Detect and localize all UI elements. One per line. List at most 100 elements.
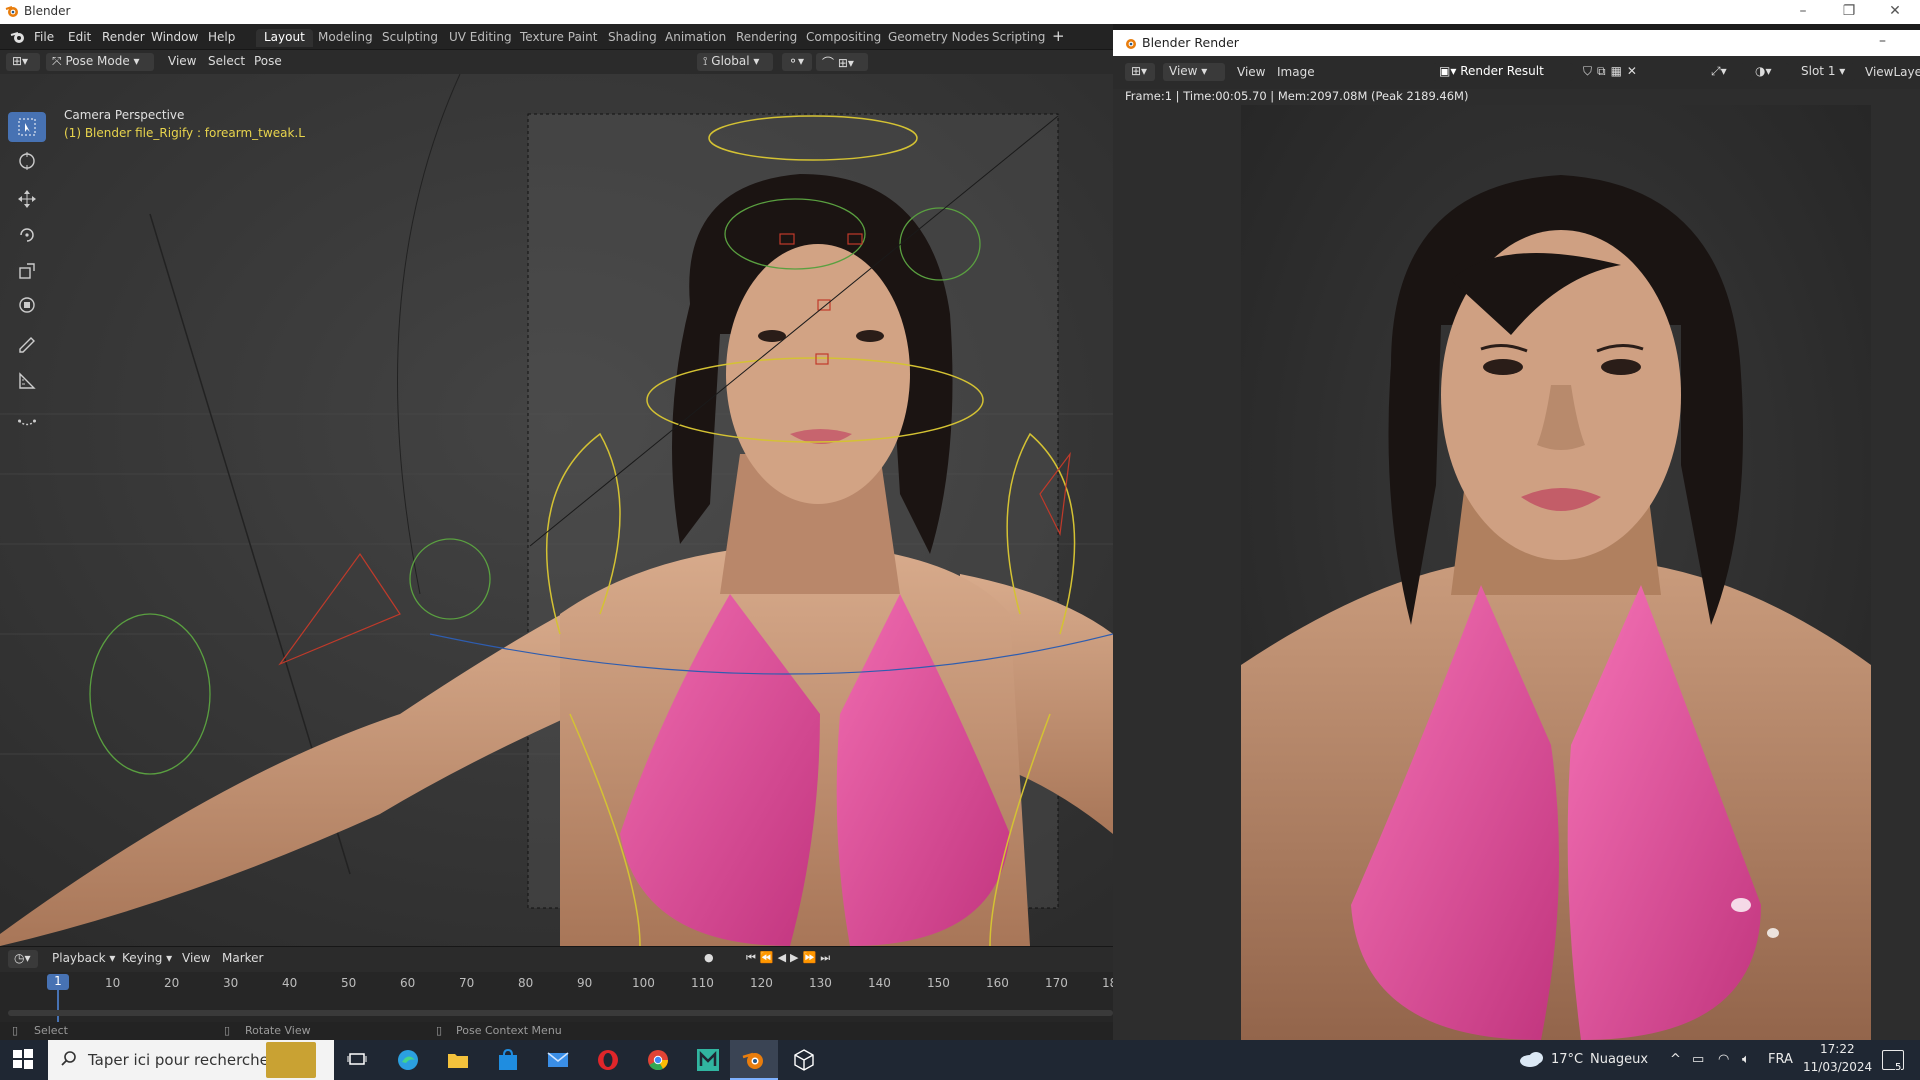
keying-menu[interactable]: Keying ▾ <box>122 951 172 968</box>
m-app-button[interactable] <box>684 1040 732 1080</box>
image-menu[interactable]: Image <box>1277 65 1315 82</box>
tab-geometry-nodes[interactable]: Geometry Nodes <box>880 29 997 47</box>
gizmo-toggle[interactable]: ⤢▾ <box>1705 63 1745 81</box>
scale-tool[interactable] <box>8 256 46 286</box>
tab-animation[interactable]: Animation <box>657 29 734 47</box>
menu-help[interactable]: Help <box>208 30 235 44</box>
weather-description[interactable]: Nuageux <box>1590 1052 1648 1067</box>
timeline-scrollbar[interactable] <box>8 1010 1113 1016</box>
timeline-editor-type-dropdown[interactable]: ◷▾ <box>8 950 38 968</box>
pose-menu[interactable]: Pose <box>254 54 282 71</box>
transform-tool[interactable] <box>8 290 46 320</box>
clock-time[interactable]: 17:22 <box>1820 1042 1855 1056</box>
timeline-view-menu[interactable]: View <box>182 951 210 968</box>
menu-edit[interactable]: Edit <box>68 30 91 44</box>
transform-orientation-dropdown[interactable]: ⟟ Global ▾ <box>697 53 773 71</box>
wifi-icon[interactable]: ◠ <box>1718 1052 1729 1067</box>
frame-label: 40 <box>282 976 298 990</box>
image-view-menu[interactable]: View <box>1237 65 1265 82</box>
render-minimize-button[interactable]: – <box>1879 33 1886 49</box>
overlay-toggle[interactable]: ◑▾ <box>1749 63 1789 81</box>
windows-taskbar: Taper ici pour rechercher 17°C Nuageux ^… <box>0 1040 1920 1080</box>
move-tool[interactable] <box>8 184 46 214</box>
editor-type-dropdown[interactable]: ⊞▾ <box>6 53 40 71</box>
taskbar-search-box[interactable]: Taper ici pour rechercher <box>48 1040 334 1080</box>
annotate-tool[interactable] <box>8 330 46 360</box>
3d-viewer-app-button[interactable] <box>780 1040 828 1080</box>
image-view-mode-dropdown[interactable]: View ▾ <box>1163 63 1225 81</box>
record-button[interactable]: ● <box>704 951 714 968</box>
rotate-tool[interactable] <box>8 220 46 250</box>
slot-dropdown[interactable]: Slot 1 ▾ <box>1795 63 1855 81</box>
edge-app-button[interactable] <box>384 1040 432 1080</box>
weather-temperature[interactable]: 17°C <box>1551 1052 1583 1067</box>
render-result-area[interactable]: Frame:1 | Time:00:05.70 | Mem:2097.08M (… <box>1113 89 1920 1040</box>
image-editor-type-dropdown[interactable]: ⊞▾ <box>1125 63 1155 81</box>
mode-dropdown[interactable]: ⤧ Pose Mode ▾ <box>46 53 154 71</box>
frame-label: 10 <box>105 976 121 990</box>
menu-render[interactable]: Render <box>102 30 145 44</box>
mail-app-button[interactable] <box>534 1040 582 1080</box>
weather-cloud-icon[interactable] <box>1518 1050 1546 1068</box>
playhead-line <box>57 990 59 1022</box>
tab-compositing[interactable]: Compositing <box>798 29 889 47</box>
explorer-app-button[interactable] <box>434 1040 482 1080</box>
volume-icon[interactable]: 🔈︎ <box>1742 1052 1750 1067</box>
view-menu[interactable]: View <box>168 54 196 71</box>
mode-label: Pose Mode <box>65 54 130 68</box>
clock-date[interactable]: 11/03/2024 <box>1803 1060 1872 1074</box>
cursor-tool[interactable] <box>8 146 46 176</box>
frame-label: 160 <box>986 976 1009 990</box>
frame-label: 90 <box>577 976 593 990</box>
3d-viewport[interactable] <box>0 74 1113 946</box>
add-workspace-icon[interactable]: + <box>1052 27 1065 45</box>
restore-button[interactable]: ❐ <box>1826 0 1872 24</box>
tab-uv-editing[interactable]: UV Editing <box>441 29 520 47</box>
render-window-titlebar: Blender Render – <box>1113 30 1920 56</box>
select-menu[interactable]: Select <box>208 54 245 71</box>
close-button[interactable]: ✕ <box>1872 0 1918 24</box>
frame-label: 110 <box>691 976 714 990</box>
timeline-frames[interactable]: 1 10 20 30 40 50 60 70 80 90 100 110 120… <box>0 972 1117 1022</box>
playback-controls[interactable]: ⏮⏪◀▶⏩⏭ <box>746 951 834 968</box>
show-hidden-icons-chevron-icon[interactable]: ^ <box>1670 1052 1681 1067</box>
blender-menu-icon[interactable] <box>10 29 26 45</box>
playback-label: Playback <box>52 951 106 965</box>
menu-window[interactable]: Window <box>151 30 198 44</box>
tab-sculpting[interactable]: Sculpting <box>374 29 446 47</box>
minimize-button[interactable]: – <box>1780 0 1826 24</box>
start-button[interactable] <box>0 1040 48 1080</box>
battery-icon[interactable]: ▭ <box>1692 1052 1704 1067</box>
blender-logo-icon <box>1123 36 1137 50</box>
viewport-scene <box>0 74 1113 946</box>
tab-texture-paint[interactable]: Texture Paint <box>512 29 605 47</box>
view-layer-dropdown[interactable]: ViewLayer <box>1865 65 1920 82</box>
measure-tool[interactable] <box>8 366 46 396</box>
opera-app-button[interactable] <box>584 1040 632 1080</box>
search-icon <box>60 1050 78 1068</box>
store-app-button[interactable] <box>484 1040 532 1080</box>
status-context: Pose Context Menu <box>456 1024 562 1037</box>
bone-tool[interactable] <box>8 406 46 436</box>
task-view-button[interactable] <box>334 1040 382 1080</box>
chrome-app-button[interactable] <box>634 1040 682 1080</box>
pivot-point-dropdown[interactable]: ⚬▾ <box>782 53 812 71</box>
cube-icon <box>794 1049 814 1071</box>
orientation-label: Global <box>711 54 750 68</box>
playback-menu[interactable]: Playback ▾ <box>52 951 115 968</box>
tab-rendering[interactable]: Rendering <box>728 29 805 47</box>
menu-file[interactable]: File <box>34 30 54 44</box>
tab-layout[interactable]: Layout <box>256 29 313 47</box>
tab-scripting[interactable]: Scripting <box>984 29 1053 47</box>
select-box-tool[interactable] <box>8 112 46 142</box>
snap-toggle[interactable]: ⌒ ⊞▾ <box>816 53 868 71</box>
image-actions[interactable]: ⛉⧉▦✕ <box>1583 64 1642 81</box>
tab-modeling[interactable]: Modeling <box>310 29 381 47</box>
render-result-selector[interactable]: ▣▾ Render Result <box>1433 63 1573 81</box>
timeline-header: ◷▾ Playback ▾ Keying ▾ View Marker ● ⏮⏪◀… <box>0 946 1113 972</box>
blender-app-button[interactable] <box>730 1040 778 1080</box>
marker-menu[interactable]: Marker <box>222 951 263 968</box>
tab-shading[interactable]: Shading <box>600 29 665 47</box>
current-frame-indicator[interactable]: 1 <box>47 974 69 990</box>
language-indicator[interactable]: FRA <box>1768 1052 1793 1067</box>
